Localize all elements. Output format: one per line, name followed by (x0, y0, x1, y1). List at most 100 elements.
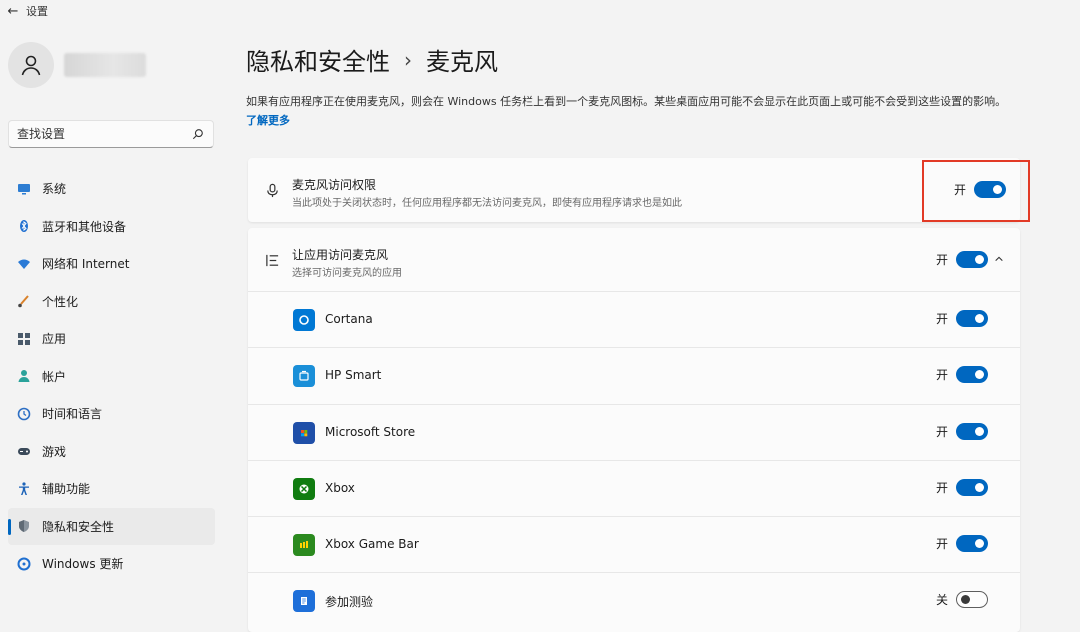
toggle-state-label: 开 (935, 312, 948, 326)
app-access-header[interactable]: 让应用访问麦克风 选择可访问麦克风的应用 开 (248, 228, 1020, 292)
toggle-state-label: 关 (935, 593, 948, 608)
sidebar-item-label: 个性化 (42, 294, 79, 309)
sidebar-item-label: 游戏 (42, 444, 67, 459)
page-title: 麦克风 (426, 48, 498, 76)
sidebar-item-bluetooth[interactable]: 蓝牙和其他设备 (8, 208, 215, 246)
clock-globe-icon (16, 406, 32, 422)
sidebar-item-time-language[interactable]: 时间和语言 (8, 395, 215, 433)
chevron-up-icon[interactable] (992, 252, 1006, 266)
app-toggle-group: 开 (936, 310, 988, 327)
main-content: 隐私和安全性 › 麦克风 如果有应用程序正在使用麦克风，则会在 Windows … (246, 22, 1030, 632)
sidebar-item-label: 应用 (42, 332, 67, 347)
toggle-state-label: 开 (935, 424, 948, 439)
sidebar-item-accessibility[interactable]: 辅助功能 (8, 470, 215, 508)
sidebar-item-network[interactable]: 网络和 Internet (8, 245, 215, 283)
sidebar-item-label: 辅助功能 (42, 482, 91, 497)
highlight-box (922, 160, 1030, 222)
microphone-access-title: 麦克风访问权限 (292, 178, 377, 192)
sidebar-item-gaming[interactable]: 游戏 (8, 433, 215, 471)
xbox-toggle[interactable] (956, 478, 988, 496)
breadcrumb-parent[interactable]: 隐私和安全性 (246, 42, 390, 77)
sidebar-item-privacy-security[interactable]: 隐私和安全性 (8, 507, 215, 545)
brush-icon (16, 293, 32, 309)
window-title: 设置 (26, 5, 48, 18)
profile-name-redacted (64, 53, 146, 77)
app-access-toggle[interactable] (956, 251, 988, 268)
store-icon (293, 421, 315, 444)
toggle-state-label: 开 (935, 537, 948, 552)
wifi-icon (16, 256, 32, 272)
sidebar-item-accounts[interactable]: 帐户 (8, 358, 215, 396)
sidebar-item-label: Windows 更新 (42, 557, 124, 572)
learn-more-link[interactable]: 了解更多 (246, 114, 290, 127)
sidebar-item-system[interactable]: 系统 (8, 170, 215, 208)
app-access-subtitle: 选择可访问麦克风的应用 (292, 268, 402, 279)
gamepad-icon (16, 443, 32, 459)
app-row-xbox-game-bar: Xbox Game Bar 开 (248, 517, 1020, 574)
microphone-icon (262, 180, 282, 200)
cortana-icon (293, 309, 315, 331)
user-profile[interactable] (8, 42, 146, 88)
xbox-game-bar-toggle[interactable] (956, 535, 988, 553)
app-name: Xbox Game Bar (325, 537, 419, 552)
app-row-xbox: Xbox 开 (248, 461, 1020, 518)
sidebar-item-apps[interactable]: 应用 (8, 320, 215, 358)
search-input[interactable] (17, 127, 191, 141)
toggle-state-label: 开 (935, 368, 948, 383)
sidebar-item-label: 帐户 (42, 369, 67, 384)
breadcrumb-separator: › (404, 47, 412, 72)
sidebar-item-personalization[interactable]: 个性化 (8, 283, 215, 321)
hp-smart-toggle[interactable] (956, 366, 988, 384)
sidebar: 系统 蓝牙和其他设备 网络和 Internet 个性化 应用 (0, 22, 230, 632)
take-a-test-icon (293, 590, 315, 613)
sidebar-item-label: 系统 (42, 182, 67, 197)
arrow-left-icon: ← (7, 3, 19, 19)
app-toggle-group: 关 (935, 591, 988, 609)
app-access-toggle-group: 开 (936, 251, 988, 268)
microphone-access-subtitle: 当此项处于关闭状态时，任何应用程序都无法访问麦克风，即使有应用程序请求也是如此 (292, 198, 682, 209)
sidebar-item-label: 隐私和安全性 (42, 519, 115, 534)
app-name: Cortana (325, 312, 373, 326)
page-description: 如果有应用程序正在使用麦克风，则会在 Windows 任务栏上看到一个麦克风图标… (246, 92, 1020, 130)
app-access-group: 让应用访问麦克风 选择可访问麦克风的应用 开 Cortana 开 HP Smar… (248, 228, 1020, 632)
sidebar-item-windows-update[interactable]: Windows 更新 (8, 545, 215, 583)
app-name: Xbox (325, 480, 355, 495)
app-row-cortana: Cortana 开 (248, 292, 1020, 349)
microsoft-store-toggle[interactable] (956, 422, 988, 440)
person-icon (16, 368, 32, 384)
app-toggle-group: 开 (935, 478, 988, 496)
sidebar-item-label: 网络和 Internet (42, 257, 130, 272)
hp-smart-icon (293, 365, 315, 388)
app-toggle-group: 开 (935, 366, 988, 384)
app-name: 参加测验 (325, 595, 374, 610)
take-a-test-toggle[interactable] (956, 591, 988, 609)
description-text: 如果有应用程序正在使用麦克风，则会在 Windows 任务栏上看到一个麦克风图标… (246, 95, 1007, 108)
xbox-icon (293, 477, 315, 500)
app-access-title: 让应用访问麦克风 (292, 248, 389, 262)
monitor-icon (16, 181, 32, 197)
app-list-icon (262, 250, 282, 270)
game-bar-icon (293, 534, 315, 557)
app-name: HP Smart (325, 368, 382, 383)
update-icon (16, 556, 32, 572)
title-bar: ← 设置 (0, 0, 1080, 22)
breadcrumb: 隐私和安全性 › 麦克风 (246, 42, 498, 77)
person-icon (21, 55, 41, 76)
app-row-hp-smart: HP Smart 开 (248, 348, 1020, 405)
back-button[interactable]: ← (0, 0, 26, 22)
search-icon[interactable] (191, 127, 205, 141)
bluetooth-icon (16, 218, 32, 234)
apps-icon (16, 331, 32, 347)
app-toggle-group: 开 (935, 535, 988, 553)
microphone-access-card: 麦克风访问权限 当此项处于关闭状态时，任何应用程序都无法访问麦克风，即使有应用程… (248, 158, 1020, 222)
app-name: Microsoft Store (325, 424, 416, 439)
toggle-state-label: 开 (935, 253, 948, 267)
app-toggle-group: 开 (935, 422, 988, 440)
search-box[interactable] (8, 120, 214, 148)
toggle-state-label: 开 (935, 480, 948, 495)
app-row-take-a-test: 参加测验 关 (248, 573, 1020, 629)
app-row-microsoft-store: Microsoft Store 开 (248, 405, 1020, 461)
sidebar-item-label: 蓝牙和其他设备 (42, 219, 127, 234)
cortana-toggle[interactable] (956, 310, 988, 327)
avatar (8, 42, 54, 88)
